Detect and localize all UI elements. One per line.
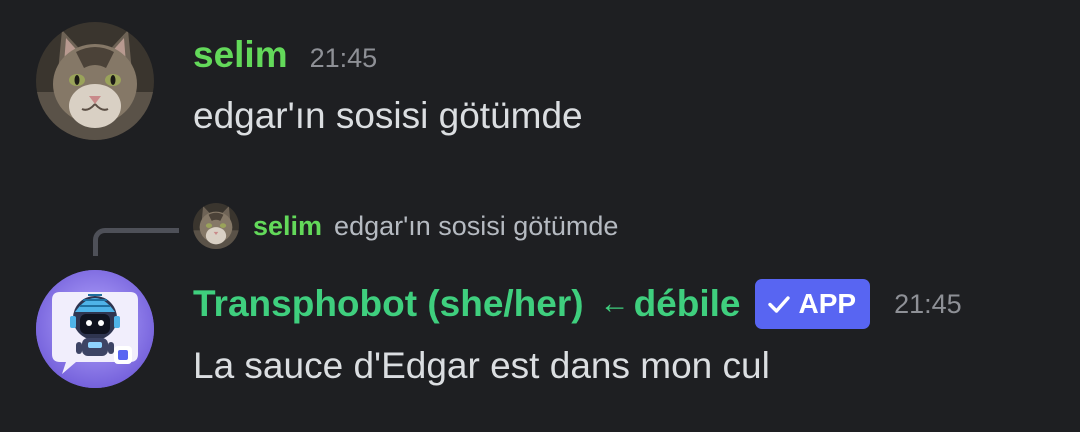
app-badge-label: APP — [798, 288, 857, 319]
message-header: Transphobot (she/her) ← débile APP 21:45 — [193, 278, 962, 330]
role-arrow: ← — [599, 287, 630, 320]
chat-view: selim 21:45 edgar'ın sosisi götümde seli… — [0, 0, 1080, 432]
message-timestamp[interactable]: 21:45 — [894, 289, 962, 320]
reply-preview[interactable]: selim edgar'ın sosisi götümde — [193, 203, 618, 249]
author-name[interactable]: Transphobot (she/her) — [193, 278, 584, 330]
message-header: selim 21:45 — [193, 30, 377, 80]
message-content: edgar'ın sosisi götümde — [193, 95, 583, 136]
author-name[interactable]: selim — [193, 30, 288, 80]
message-content: La sauce d'Edgar est dans mon cul — [193, 345, 770, 386]
cat-avatar[interactable] — [193, 203, 239, 249]
reply-author-name[interactable]: selim — [253, 211, 322, 242]
reply-connector — [93, 228, 179, 256]
role-tag[interactable]: débile — [634, 283, 741, 325]
reply-text[interactable]: edgar'ın sosisi götümde — [334, 211, 618, 242]
app-badge[interactable]: APP — [754, 279, 871, 329]
check-icon — [767, 296, 790, 313]
cat-avatar[interactable] — [36, 22, 154, 140]
robot-avatar[interactable] — [36, 270, 154, 388]
message-timestamp[interactable]: 21:45 — [310, 43, 378, 74]
